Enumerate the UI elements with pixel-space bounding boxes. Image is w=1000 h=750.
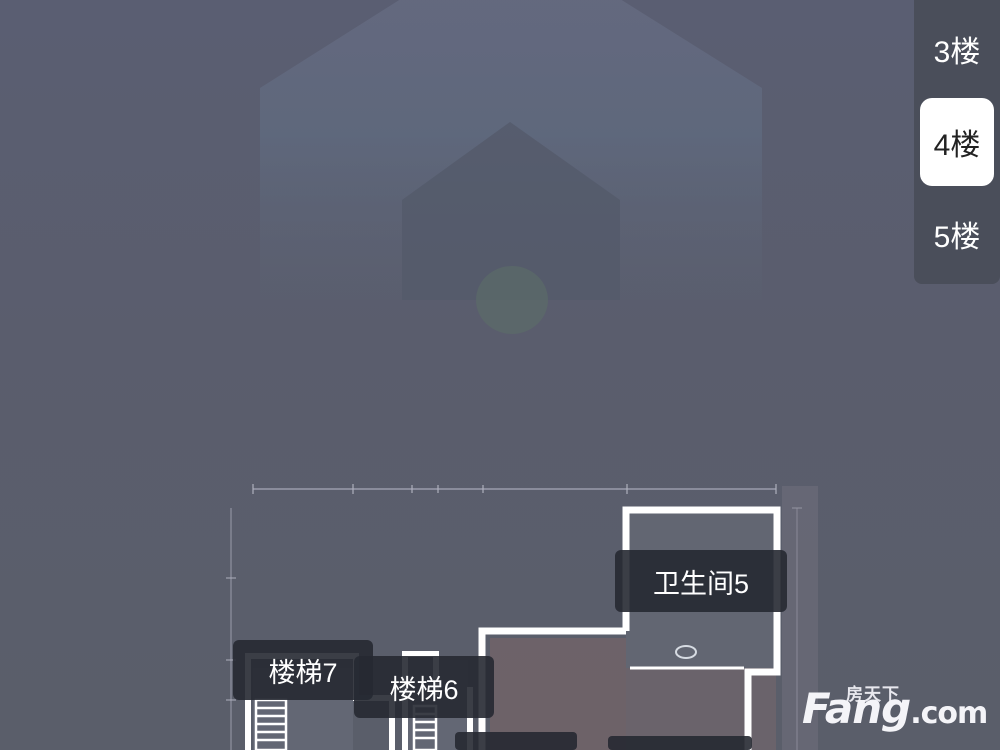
watermark-brand: Fang.com xyxy=(802,684,988,733)
room-label-stairs-7[interactable]: 楼梯7 xyxy=(233,640,373,700)
floor-button-5[interactable]: 5楼 xyxy=(920,190,994,278)
floor-button-3[interactable]: 3楼 xyxy=(920,5,994,93)
floor-selector: 3楼 4楼 5楼 xyxy=(914,0,1000,284)
watermark-domain: .com xyxy=(910,696,988,731)
fang-logo-watermark: 房天下 Fang.com xyxy=(802,680,992,740)
watermark-brand-name: Fang xyxy=(802,684,911,733)
room-label-stairs-6[interactable]: 楼梯6 xyxy=(354,656,494,718)
floor-plan xyxy=(226,484,818,750)
room-label-bathroom-5[interactable]: 卫生间5 xyxy=(615,550,787,612)
floor-button-4[interactable]: 4楼 xyxy=(920,98,994,186)
